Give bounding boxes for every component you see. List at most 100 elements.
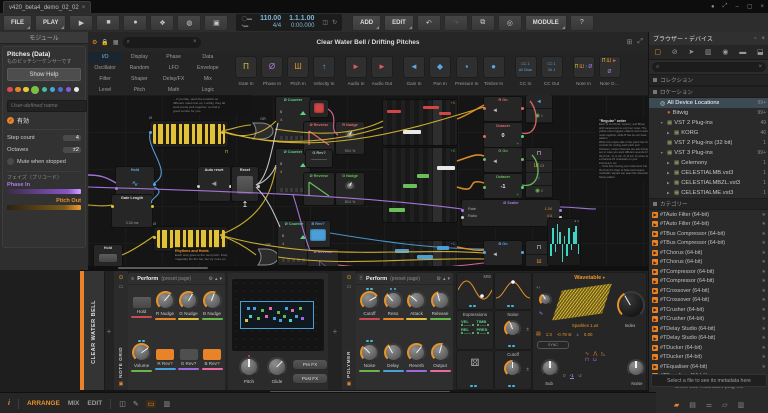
enabled-checkbox[interactable]: ✓ (7, 117, 14, 124)
module-color-dot[interactable] (31, 85, 39, 94)
editor-search-box[interactable]: ⌕ × (122, 36, 201, 48)
pointer-icon[interactable]: ➤ (688, 48, 694, 56)
plugin-item[interactable]: ▶ #TChorus (64-bit) ★ (649, 258, 768, 268)
rev-toggle-module[interactable]: B Rev? (306, 221, 330, 247)
play-menu-button[interactable]: PLAY (35, 14, 67, 31)
module-color-dot[interactable] (49, 86, 55, 93)
palette-tile[interactable]: Ш (287, 56, 309, 78)
field-value[interactable]: 4 (63, 135, 81, 141)
gates-module[interactable]: ØΠ (148, 115, 228, 154)
favorite-star-icon[interactable]: ★ (762, 364, 766, 370)
favorite-star-icon[interactable]: ★ (762, 231, 766, 237)
param-volume[interactable]: Volume (130, 339, 153, 372)
favorite-star-icon[interactable]: ★ (762, 288, 766, 294)
octaver-module[interactable]: Octaver 0 + (482, 123, 524, 147)
device-name[interactable]: POLYMER (347, 293, 352, 378)
param-knob[interactable] (360, 343, 379, 362)
sub-octave--1[interactable]: -1 (569, 373, 574, 379)
favorite-star-icon[interactable]: ★ (762, 259, 766, 265)
wrench-icon[interactable]: ⚙ (208, 276, 212, 282)
tree-item-celestialme-vst3[interactable]: ▶ ▦ CELESTIALME.vst3 1 (649, 188, 768, 198)
palette-tile[interactable]: Π Ш ► Ø (598, 56, 621, 78)
info-icon[interactable]: i (8, 400, 10, 407)
redo-icon[interactable]: ↷ (443, 14, 468, 31)
sub-octave-0[interactable]: 0 (563, 373, 566, 379)
display-profile-icon[interactable]: ▣ (204, 14, 229, 31)
nudge-knob[interactable] (345, 181, 355, 191)
user-defined-name-input[interactable] (7, 100, 87, 112)
noise-mod-cell[interactable]: Noise ± (495, 311, 531, 349)
port[interactable] (460, 209, 464, 212)
help-button[interactable]: ? (569, 14, 594, 31)
music-filter-icon[interactable]: ⬓ (757, 48, 764, 56)
tab-shaper[interactable]: Shaper (122, 74, 156, 85)
view-edit[interactable]: EDIT (87, 400, 102, 407)
port[interactable] (150, 205, 154, 208)
port[interactable] (482, 107, 486, 110)
param-knob[interactable] (383, 343, 403, 362)
note-out-cell[interactable]: Π (526, 148, 552, 161)
param-knob[interactable] (430, 343, 450, 362)
reverse-module[interactable]: Ø Reverse (304, 173, 334, 205)
tab-data[interactable]: Data (191, 52, 225, 63)
param-noise[interactable]: Noise (358, 339, 381, 372)
tree-item-celestialmb-vst3[interactable]: ▶ ▦ CELESTIALMB.vst3 1 (649, 168, 768, 178)
param-output[interactable]: Output (429, 339, 452, 372)
phase-in-meter[interactable] (7, 189, 81, 194)
module-color-dot[interactable] (7, 86, 13, 93)
palette-tile[interactable]: ↑ (313, 56, 335, 78)
octaver-module[interactable]: Octaver -1 + (482, 174, 524, 198)
param-button[interactable] (132, 297, 151, 308)
favorite-star-icon[interactable]: ★ (762, 345, 766, 351)
wavetable-header[interactable]: Wavetable ▾ (533, 275, 646, 281)
module-color-dot[interactable] (15, 86, 21, 93)
tree-item-celestialmbzl-vst3[interactable]: ▶ ▦ CELESTIALMBZL.vst3 1 (649, 178, 768, 188)
device-display-icon[interactable]: ▭ (347, 284, 352, 290)
module-color-dot[interactable] (65, 86, 71, 93)
pitch-knob[interactable] (239, 355, 259, 377)
view-mix[interactable]: MIX (68, 400, 80, 407)
index-knob[interactable] (617, 291, 645, 319)
device-power-icon[interactable]: ⊙ (118, 274, 123, 281)
cutoff-mod-cell[interactable]: Cutoff ± (495, 351, 531, 389)
plugin-item[interactable]: ▶ #TDelay Studio (64-bit) ★ (649, 324, 768, 334)
favorite-star-icon[interactable]: ★ (762, 278, 766, 284)
plugin-item[interactable]: ▶ #TCrossover (64-bit) ★ (649, 296, 768, 306)
palette-gate-in[interactable]: Π Gate In (235, 56, 257, 86)
param-knob[interactable] (132, 343, 151, 362)
param-knob[interactable] (430, 291, 450, 310)
param-attack[interactable]: Attack (405, 287, 428, 320)
noise-mod-knob[interactable] (504, 320, 521, 337)
on-switch-module[interactable]: R On ◄ (482, 97, 524, 121)
tree-item-all-device-locations[interactable]: ◎ All Device Locations 99+ (649, 98, 768, 108)
shape-icon[interactable]: ⊔ (593, 357, 597, 363)
page-down-icon[interactable]: ▾ (219, 276, 222, 282)
page-up-icon[interactable]: ▴ (443, 276, 446, 282)
wavetable-file[interactable]: Sparkles 1.wt (557, 323, 613, 328)
plugin-item[interactable]: ▶ #TAuto Filter (64-bit) ★ (649, 220, 768, 230)
tempo-value[interactable]: 110.00 (260, 15, 281, 23)
mod-pencil-icon[interactable]: ✎ (539, 311, 543, 317)
port[interactable] (482, 186, 486, 189)
stop-icon[interactable]: ■ (96, 14, 121, 31)
loop-icon[interactable]: ↻ (332, 19, 337, 26)
tab-envelope[interactable]: Envelope (191, 63, 225, 74)
module-button[interactable]: MODULE (524, 14, 567, 31)
module-button[interactable] (99, 253, 117, 262)
patch-canvas[interactable]: …if you like, push the position so differ… (88, 95, 648, 270)
plugin-item[interactable]: ▶ #TBus Compressor (64-bit) ★ (649, 229, 768, 239)
keytrack-icon[interactable]: +↑ (536, 285, 541, 290)
keys-icon[interactable]: ▥ (738, 401, 745, 409)
palette-tile[interactable]: ● (482, 56, 505, 78)
module-color-dot[interactable] (57, 86, 63, 93)
punch-icon[interactable]: ◫ (322, 19, 328, 26)
add-button[interactable]: ADD (352, 14, 382, 31)
palette-pressure-in[interactable]: ▪ Pressure In (455, 56, 479, 86)
palette-velocity-in[interactable]: ↑ Velocity In (313, 56, 335, 86)
port[interactable] (520, 186, 524, 189)
browser-search-box[interactable]: ⌕ × (652, 62, 766, 72)
device-icon[interactable]: ▰ (674, 401, 679, 409)
sample-filter-icon[interactable]: ◉ (722, 48, 728, 56)
preset-icon[interactable]: ⚌ (706, 401, 712, 409)
port[interactable] (482, 135, 486, 138)
